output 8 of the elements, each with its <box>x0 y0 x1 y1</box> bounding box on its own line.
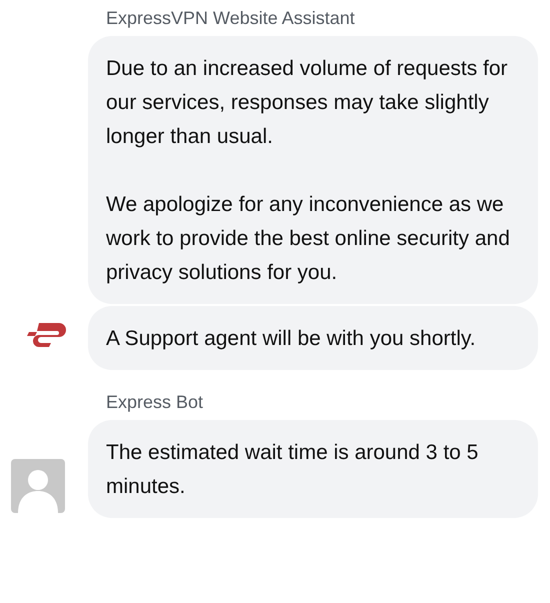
sender-name: Express Bot <box>106 391 204 414</box>
message-text: We apologize for any inconvenience as we work to provide the best online security and privacy solutions for you. <box>106 192 511 286</box>
message-text: A Support agent will be with you shortly. <box>106 326 477 352</box>
message-text: Due to an increased volume of requests for our services, responses may take slightly longer than usual. <box>106 56 509 150</box>
avatar-icon <box>11 459 65 513</box>
message-text: The estimated wait time is around 3 to 5 minutes. <box>106 440 480 500</box>
logo-icon <box>27 321 67 347</box>
sender-name: ExpressVPN Website Assistant <box>106 7 356 30</box>
